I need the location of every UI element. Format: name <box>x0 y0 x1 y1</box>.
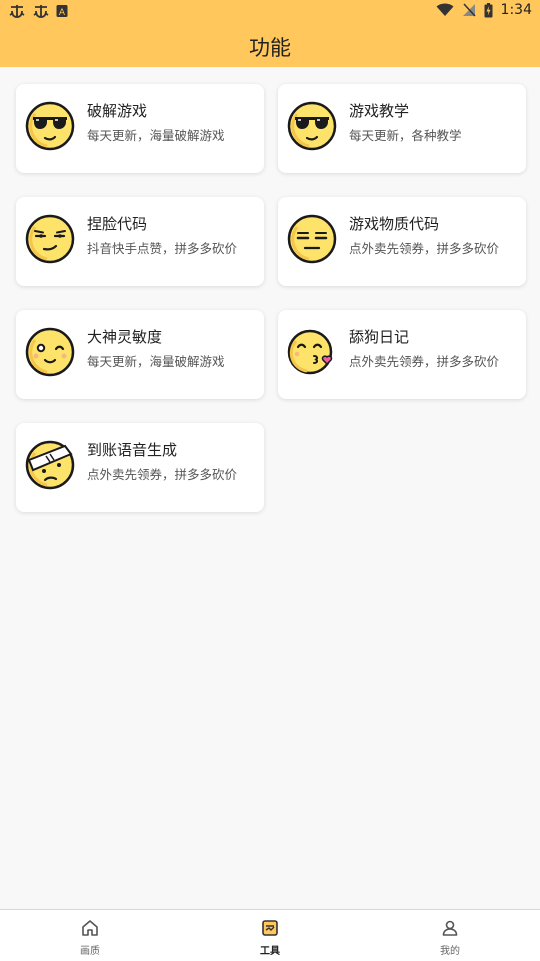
card-subtitle: 每天更新，海量破解游戏 <box>87 354 225 369</box>
feature-card-sensitivity[interactable]: 大神灵敏度 每天更新，海量破解游戏 <box>16 310 264 399</box>
feature-card-face-code[interactable]: 捏脸代码 抖音快手点赞，拼多多砍价 <box>16 197 264 286</box>
tab-label: 画质 <box>80 946 100 957</box>
app-notification-icon: A <box>56 5 68 18</box>
card-title: 游戏教学 <box>349 102 410 120</box>
tab-label: 工具 <box>260 946 280 957</box>
card-title: 破解游戏 <box>87 102 148 120</box>
card-subtitle: 每天更新，海量破解游戏 <box>87 128 225 143</box>
tab-mine[interactable]: 我的 <box>360 910 540 961</box>
tab-tools[interactable]: 工具 <box>180 910 360 961</box>
bottom-tab-bar: 画质 工具 我的 <box>0 909 540 961</box>
tab-quality[interactable]: 画质 <box>0 910 180 961</box>
page-title: 功能 <box>249 36 291 60</box>
notification-icons: A <box>8 3 68 19</box>
system-status: 1:34 <box>436 2 532 18</box>
card-title: 到账语音生成 <box>87 441 178 459</box>
smirk-face-icon <box>25 214 75 264</box>
card-title: 游戏物质代码 <box>349 215 440 233</box>
tools-icon <box>262 920 278 936</box>
user-icon <box>442 920 458 936</box>
bug-notification-icon <box>33 5 49 18</box>
wink-face-icon <box>25 327 75 377</box>
battery-charging-icon <box>484 2 493 17</box>
header-bar: A 1:34 功能 <box>0 0 540 67</box>
sunglasses-face-icon <box>287 101 337 151</box>
feature-grid: 破解游戏 每天更新，海量破解游戏 游戏教学 每天更新，各种教学 捏脸代码 抖音快… <box>16 84 526 512</box>
sunglasses-face-icon <box>25 101 75 151</box>
svg-text:A: A <box>59 8 66 18</box>
feature-card-diary[interactable]: 舔狗日记 点外卖先领券，拼多多砍价 <box>278 310 526 399</box>
wifi-icon <box>436 3 454 16</box>
card-title: 舔狗日记 <box>349 328 410 346</box>
clock: 1:34 <box>500 2 532 18</box>
card-subtitle: 点外卖先领券，拼多多砍价 <box>349 241 500 256</box>
feature-card-voice-generator[interactable]: 到账语音生成 点外卖先领券，拼多多砍价 <box>16 423 264 512</box>
card-subtitle: 点外卖先领券，拼多多砍价 <box>87 467 238 482</box>
kissing-heart-face-icon <box>287 329 333 375</box>
home-icon <box>82 920 98 936</box>
feature-card-crack-games[interactable]: 破解游戏 每天更新，海量破解游戏 <box>16 84 264 173</box>
bandaged-face-icon <box>25 440 75 490</box>
status-bar: A 1:34 <box>0 0 540 24</box>
feature-card-game-tutorial[interactable]: 游戏教学 每天更新，各种教学 <box>278 84 526 173</box>
card-title: 大神灵敏度 <box>87 328 163 346</box>
card-title: 捏脸代码 <box>87 215 148 233</box>
bug-notification-icon <box>9 5 25 18</box>
card-subtitle: 抖音快手点赞，拼多多砍价 <box>87 241 238 256</box>
no-signal-icon <box>462 3 476 17</box>
expressionless-face-icon <box>287 214 337 264</box>
feature-card-game-material-code[interactable]: 游戏物质代码 点外卖先领券，拼多多砍价 <box>278 197 526 286</box>
tab-label: 我的 <box>440 946 460 957</box>
card-subtitle: 每天更新，各种教学 <box>349 128 462 143</box>
card-subtitle: 点外卖先领券，拼多多砍价 <box>349 354 500 369</box>
